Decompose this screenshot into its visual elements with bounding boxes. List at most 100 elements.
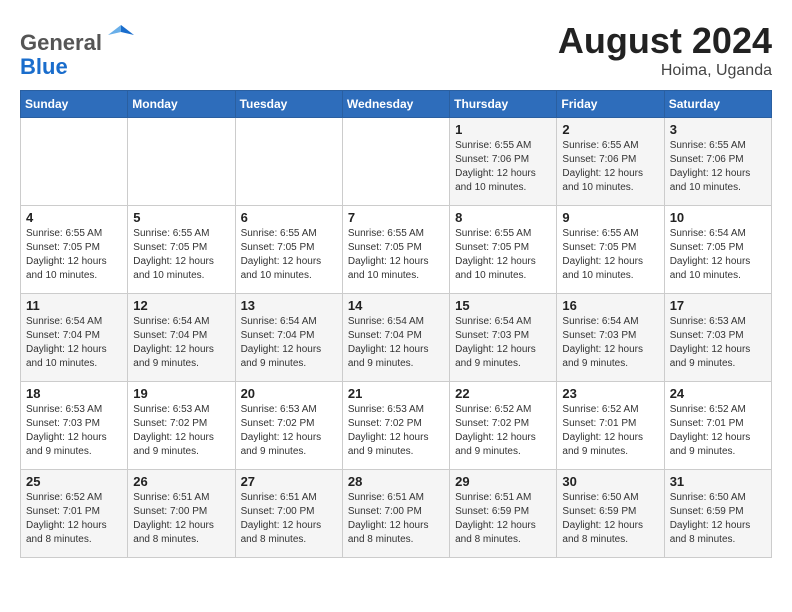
day-number: 25 [26, 474, 122, 489]
day-info: Sunrise: 6:53 AM Sunset: 7:03 PM Dayligh… [26, 403, 122, 459]
day-number: 10 [670, 210, 766, 225]
calendar-cell: 15 Sunrise: 6:54 AM Sunset: 7:03 PM Dayli… [450, 294, 557, 382]
day-info: Sunrise: 6:53 AM Sunset: 7:02 PM Dayligh… [133, 403, 229, 459]
day-info: Sunrise: 6:51 AM Sunset: 7:00 PM Dayligh… [241, 491, 337, 547]
calendar-cell: 18Sunrise: 6:53 AM Sunset: 7:03 PM Dayli… [21, 382, 128, 470]
day-number: 6 [241, 210, 337, 225]
day-number: 21 [348, 386, 444, 401]
month-year-title: August 2024 [558, 20, 772, 62]
day-info: Sunrise: 6:54 AM Sunset: 7:03 PM Dayligh… [455, 315, 551, 371]
day-info: Sunrise: 6:54 AM Sunset: 7:03 PM Dayligh… [562, 315, 658, 371]
day-number: 23 [562, 386, 658, 401]
day-info: Sunrise: 6:54 AM Sunset: 7:04 PM Dayligh… [133, 315, 229, 371]
day-number: 19 [133, 386, 229, 401]
logo-blue: Blue [20, 54, 68, 79]
day-number: 29 [455, 474, 551, 489]
day-number: 20 [241, 386, 337, 401]
day-number: 9 [562, 210, 658, 225]
calendar-cell: 21 Sunrise: 6:53 AM Sunset: 7:02 PM Dayli… [342, 382, 449, 470]
calendar-cell: 31Sunrise: 6:50 AM Sunset: 6:59 PM Dayli… [664, 470, 771, 558]
logo-bird-icon [106, 20, 136, 50]
calendar-cell: 9 Sunrise: 6:55 AM Sunset: 7:05 PM Daylig… [557, 206, 664, 294]
day-number: 13 [241, 298, 337, 313]
calendar-cell: 27Sunrise: 6:51 AM Sunset: 7:00 PM Dayli… [235, 470, 342, 558]
calendar-cell: 5 Sunrise: 6:55 AM Sunset: 7:05 PM Daylig… [128, 206, 235, 294]
calendar-cell: 11 Sunrise: 6:54 AM Sunset: 7:04 PM Dayli… [21, 294, 128, 382]
day-info: Sunrise: 6:55 AM Sunset: 7:06 PM Dayligh… [670, 139, 766, 195]
weekday-header-row: SundayMondayTuesdayWednesdayThursdayFrid… [21, 91, 772, 118]
calendar-week-row: 1 Sunrise: 6:55 AM Sunset: 7:06 PM Daylig… [21, 118, 772, 206]
day-info: Sunrise: 6:54 AM Sunset: 7:04 PM Dayligh… [348, 315, 444, 371]
day-info: Sunrise: 6:53 AM Sunset: 7:03 PM Dayligh… [670, 315, 766, 371]
day-info: Sunrise: 6:54 AM Sunset: 7:04 PM Dayligh… [26, 315, 122, 371]
calendar-week-row: 25 Sunrise: 6:52 AM Sunset: 7:01 PM Dayli… [21, 470, 772, 558]
day-info: Sunrise: 6:55 AM Sunset: 7:05 PM Dayligh… [562, 227, 658, 283]
day-info: Sunrise: 6:51 AM Sunset: 7:00 PM Dayligh… [348, 491, 444, 547]
calendar-cell: 26Sunrise: 6:51 AM Sunset: 7:00 PM Dayli… [128, 470, 235, 558]
day-info: Sunrise: 6:55 AM Sunset: 7:06 PM Dayligh… [562, 139, 658, 195]
day-number: 28 [348, 474, 444, 489]
day-number: 15 [455, 298, 551, 313]
day-info: Sunrise: 6:50 AM Sunset: 6:59 PM Dayligh… [562, 491, 658, 547]
calendar-cell: 19 Sunrise: 6:53 AM Sunset: 7:02 PM Dayli… [128, 382, 235, 470]
weekday-header-wednesday: Wednesday [342, 91, 449, 118]
weekday-header-sunday: Sunday [21, 91, 128, 118]
calendar-cell [235, 118, 342, 206]
day-number: 2 [562, 122, 658, 137]
day-info: Sunrise: 6:52 AM Sunset: 7:01 PM Dayligh… [26, 491, 122, 547]
day-info: Sunrise: 6:55 AM Sunset: 7:05 PM Dayligh… [133, 227, 229, 283]
calendar-cell: 2 Sunrise: 6:55 AM Sunset: 7:06 PM Daylig… [557, 118, 664, 206]
logo: General Blue [20, 20, 136, 79]
calendar-cell: 16 Sunrise: 6:54 AM Sunset: 7:03 PM Dayli… [557, 294, 664, 382]
day-info: Sunrise: 6:52 AM Sunset: 7:02 PM Dayligh… [455, 403, 551, 459]
weekday-header-monday: Monday [128, 91, 235, 118]
calendar-cell: 12 Sunrise: 6:54 AM Sunset: 7:04 PM Dayli… [128, 294, 235, 382]
day-info: Sunrise: 6:55 AM Sunset: 7:05 PM Dayligh… [26, 227, 122, 283]
calendar-cell: 29Sunrise: 6:51 AM Sunset: 6:59 PM Dayli… [450, 470, 557, 558]
day-number: 30 [562, 474, 658, 489]
calendar-cell: 24 Sunrise: 6:52 AM Sunset: 7:01 PM Dayli… [664, 382, 771, 470]
day-number: 11 [26, 298, 122, 313]
calendar-header: SundayMondayTuesdayWednesdayThursdayFrid… [21, 91, 772, 118]
day-info: Sunrise: 6:55 AM Sunset: 7:05 PM Dayligh… [455, 227, 551, 283]
calendar-cell [342, 118, 449, 206]
location-subtitle: Hoima, Uganda [558, 62, 772, 80]
day-info: Sunrise: 6:52 AM Sunset: 7:01 PM Dayligh… [562, 403, 658, 459]
day-number: 7 [348, 210, 444, 225]
calendar-cell: 1Sunrise: 6:55 AM Sunset: 7:06 PM Daylig… [450, 118, 557, 206]
calendar-week-row: 4Sunrise: 6:55 AM Sunset: 7:05 PM Daylig… [21, 206, 772, 294]
calendar-cell: 23 Sunrise: 6:52 AM Sunset: 7:01 PM Dayli… [557, 382, 664, 470]
calendar-body: 1 Sunrise: 6:55 AM Sunset: 7:06 PM Daylig… [21, 118, 772, 558]
day-info: Sunrise: 6:54 AM Sunset: 7:05 PM Dayligh… [670, 227, 766, 283]
day-info: Sunrise: 6:52 AM Sunset: 7:01 PM Dayligh… [670, 403, 766, 459]
day-info: Sunrise: 6:53 AM Sunset: 7:02 PM Dayligh… [348, 403, 444, 459]
day-info: Sunrise: 6:51 AM Sunset: 7:00 PM Dayligh… [133, 491, 229, 547]
calendar-cell: 22 Sunrise: 6:52 AM Sunset: 7:02 PM Dayli… [450, 382, 557, 470]
weekday-header-saturday: Saturday [664, 91, 771, 118]
day-number: 22 [455, 386, 551, 401]
calendar-week-row: 18Sunrise: 6:53 AM Sunset: 7:03 PM Dayli… [21, 382, 772, 470]
weekday-header-thursday: Thursday [450, 91, 557, 118]
day-info: Sunrise: 6:55 AM Sunset: 7:05 PM Dayligh… [348, 227, 444, 283]
day-number: 1 [455, 122, 551, 137]
calendar-cell: 8Sunrise: 6:55 AM Sunset: 7:05 PM Daylig… [450, 206, 557, 294]
calendar-cell: 17 Sunrise: 6:53 AM Sunset: 7:03 PM Dayli… [664, 294, 771, 382]
calendar-cell: 7 Sunrise: 6:55 AM Sunset: 7:05 PM Daylig… [342, 206, 449, 294]
day-info: Sunrise: 6:50 AM Sunset: 6:59 PM Dayligh… [670, 491, 766, 547]
calendar-table: SundayMondayTuesdayWednesdayThursdayFrid… [20, 90, 772, 558]
day-number: 12 [133, 298, 229, 313]
weekday-header-tuesday: Tuesday [235, 91, 342, 118]
day-number: 16 [562, 298, 658, 313]
weekday-header-friday: Friday [557, 91, 664, 118]
day-number: 5 [133, 210, 229, 225]
day-info: Sunrise: 6:53 AM Sunset: 7:02 PM Dayligh… [241, 403, 337, 459]
day-number: 24 [670, 386, 766, 401]
calendar-cell [128, 118, 235, 206]
calendar-cell: 3Sunrise: 6:55 AM Sunset: 7:06 PM Daylig… [664, 118, 771, 206]
calendar-cell: 30 Sunrise: 6:50 AM Sunset: 6:59 PM Dayli… [557, 470, 664, 558]
day-number: 17 [670, 298, 766, 313]
calendar-cell: 14Sunrise: 6:54 AM Sunset: 7:04 PM Dayli… [342, 294, 449, 382]
title-block: August 2024 Hoima, Uganda [558, 20, 772, 80]
calendar-week-row: 11 Sunrise: 6:54 AM Sunset: 7:04 PM Dayli… [21, 294, 772, 382]
calendar-cell [21, 118, 128, 206]
